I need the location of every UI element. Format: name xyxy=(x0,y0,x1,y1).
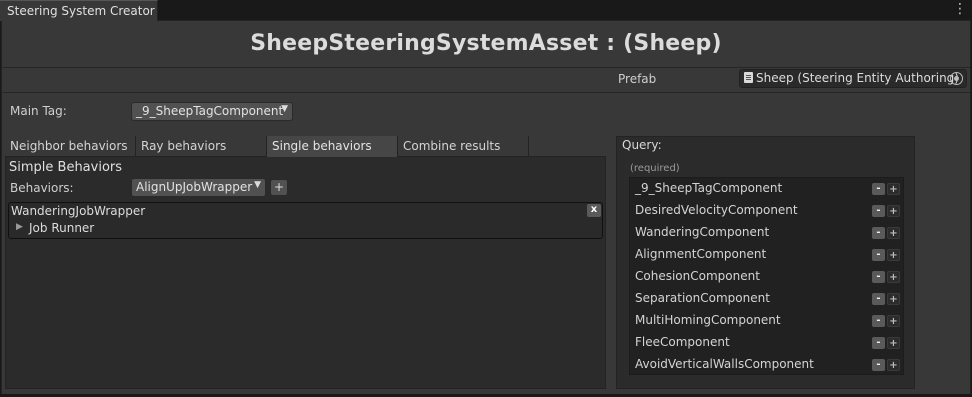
query-component-name: AlignmentComponent xyxy=(635,247,767,261)
object-picker-icon[interactable] xyxy=(950,72,963,85)
add-component-button[interactable]: + xyxy=(887,359,900,371)
tab-single-behaviors[interactable]: Single behaviors xyxy=(267,136,398,157)
behavior-item-name: WanderingJobWrapper xyxy=(11,204,146,218)
list-item: WanderingComponent - + xyxy=(630,222,903,244)
tab-combine-results[interactable]: Combine results xyxy=(398,136,529,157)
add-component-button[interactable]: + xyxy=(887,293,900,305)
dropdown-arrow-icon: ▼ xyxy=(254,180,261,190)
query-component-name: _9_SheepTagComponent xyxy=(635,181,783,195)
kebab-menu-icon[interactable]: ⋮ xyxy=(953,0,967,18)
query-component-name: FleeComponent xyxy=(635,335,730,349)
remove-component-button[interactable]: - xyxy=(872,249,885,261)
remove-component-button[interactable]: - xyxy=(872,227,885,239)
add-component-button[interactable]: + xyxy=(887,315,900,327)
foldout-arrow-icon[interactable]: ▶ xyxy=(16,222,23,232)
remove-component-button[interactable]: - xyxy=(872,293,885,305)
query-component-name: DesiredVelocityComponent xyxy=(635,203,798,217)
prefab-value: Sheep (Steering Entity Authoring) xyxy=(756,71,959,85)
required-label: (required) xyxy=(630,163,680,174)
list-item: AlignmentComponent - + xyxy=(630,244,903,266)
remove-component-button[interactable]: - xyxy=(872,315,885,327)
add-component-button[interactable]: + xyxy=(887,205,900,217)
list-item: DesiredVelocityComponent - + xyxy=(630,200,903,222)
query-list: _9_SheepTagComponent - + DesiredVelocity… xyxy=(629,177,904,375)
query-component-name: CohesionComponent xyxy=(635,269,760,283)
main-tag-dropdown[interactable]: _9_SheepTagComponent ▼ xyxy=(131,102,293,121)
job-runner-foldout[interactable]: Job Runner xyxy=(29,221,94,235)
remove-component-button[interactable]: - xyxy=(872,271,885,283)
divider xyxy=(1,67,971,68)
window-tab[interactable]: Steering System Creator xyxy=(0,0,158,21)
list-item: MultiHomingComponent - + xyxy=(630,310,903,332)
list-item: _9_SheepTagComponent - + xyxy=(630,178,903,200)
prefab-object-field[interactable]: Sheep (Steering Entity Authoring) xyxy=(739,69,967,88)
tab-bar-filler xyxy=(529,136,606,157)
behaviors-dropdown[interactable]: AlignUpJobWrapper ▼ xyxy=(131,178,266,197)
dropdown-arrow-icon: ▼ xyxy=(281,104,288,114)
add-component-button[interactable]: + xyxy=(887,271,900,283)
remove-component-button[interactable]: - xyxy=(872,205,885,217)
page-title: SheepSteeringSystemAsset : (Sheep) xyxy=(250,31,722,56)
behaviors-label: Behaviors: xyxy=(10,181,74,195)
add-component-button[interactable]: + xyxy=(887,183,900,195)
remove-behavior-button[interactable]: x xyxy=(587,204,601,217)
add-component-button[interactable]: + xyxy=(887,227,900,239)
main-tag-value: _9_SheepTagComponent xyxy=(136,104,284,118)
query-label: Query: xyxy=(622,138,662,152)
prefab-document-icon xyxy=(744,72,753,83)
add-component-button[interactable]: + xyxy=(887,337,900,349)
query-component-name: AvoidVerticalWallsComponent xyxy=(635,357,814,371)
remove-component-button[interactable]: - xyxy=(872,337,885,349)
prefab-label: Prefab xyxy=(618,72,657,86)
list-item: CohesionComponent - + xyxy=(630,266,903,288)
tab-ray-behaviors[interactable]: Ray behaviors xyxy=(136,136,267,157)
list-item: AvoidVerticalWallsComponent - + xyxy=(630,354,903,376)
divider xyxy=(1,92,971,93)
behaviors-value: AlignUpJobWrapper xyxy=(136,180,253,194)
tab-neighbor-behaviors[interactable]: Neighbor behaviors xyxy=(5,136,136,157)
remove-component-button[interactable]: - xyxy=(872,359,885,371)
add-component-button[interactable]: + xyxy=(887,249,900,261)
list-item: FleeComponent - + xyxy=(630,332,903,354)
add-behavior-button[interactable]: + xyxy=(270,179,288,196)
section-title: Simple Behaviors xyxy=(9,160,123,175)
query-component-name: MultiHomingComponent xyxy=(635,313,781,327)
query-component-name: SeparationComponent xyxy=(635,291,770,305)
remove-component-button[interactable]: - xyxy=(872,183,885,195)
list-item: SeparationComponent - + xyxy=(630,288,903,310)
main-tag-label: Main Tag: xyxy=(10,104,67,118)
query-component-name: WanderingComponent xyxy=(635,225,770,239)
